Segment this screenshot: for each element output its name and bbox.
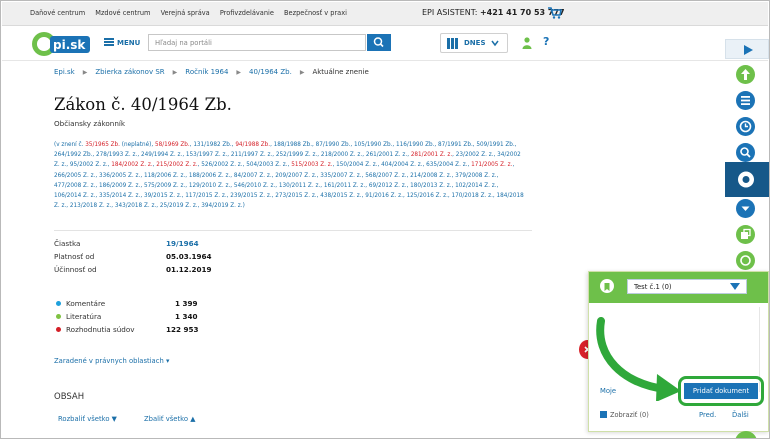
comments-dot-icon bbox=[56, 301, 61, 306]
epi-logo[interactable]: pi.sk bbox=[32, 31, 90, 57]
expand-all-button[interactable]: Rozbaliť všetko ▼ bbox=[58, 415, 117, 423]
dropdown-triangle-icon bbox=[730, 283, 740, 290]
sidebar-collapse-button[interactable] bbox=[725, 39, 769, 59]
search-input[interactable]: Hľadaj na portáli bbox=[148, 34, 366, 51]
sidebar-list-icon[interactable] bbox=[736, 91, 755, 110]
stat-label-rozhodnutia[interactable]: Rozhodnutia súdov bbox=[66, 325, 134, 334]
next-button[interactable]: Ďalši bbox=[732, 411, 749, 419]
meta-value-platnost: 05.03.1964 bbox=[166, 252, 212, 261]
test-select-value: Test č.1 (0) bbox=[634, 283, 672, 291]
help-button[interactable]: ? bbox=[543, 35, 549, 48]
page-title: Zákon č. 40/1964 Zb. bbox=[54, 95, 232, 114]
breadcrumb-item[interactable]: 40/1964 Zb. bbox=[249, 68, 292, 76]
sidebar-up-arrow-icon[interactable] bbox=[736, 65, 755, 84]
divider bbox=[54, 230, 532, 231]
meta-value-ciastka[interactable]: 19/1964 bbox=[166, 239, 199, 248]
toc-heading: OBSAH bbox=[54, 392, 85, 402]
add-document-button[interactable]: Pridať dokument bbox=[684, 383, 758, 399]
svg-text:pi.sk: pi.sk bbox=[53, 38, 86, 52]
calendar-icon bbox=[447, 38, 459, 49]
main-header: pi.sk MENU Hľadaj na portáli DNES ? bbox=[2, 27, 768, 61]
breadcrumb-separator-icon: ▶ bbox=[299, 69, 305, 76]
menu-label: MENU bbox=[117, 39, 141, 47]
date-selector[interactable]: DNES bbox=[440, 33, 508, 53]
breadcrumb-item[interactable]: Epi.sk bbox=[54, 68, 75, 76]
sidebar-pages-icon[interactable] bbox=[736, 225, 755, 244]
stat-value-literatura: 1 340 bbox=[175, 312, 198, 321]
top-link-profivzdelavanie[interactable]: Profivzdelávanie bbox=[220, 9, 274, 17]
stat-label-komentare[interactable]: Komentáre bbox=[66, 299, 105, 308]
caret-up-icon: ▲ bbox=[190, 415, 196, 423]
sidebar-item-active[interactable] bbox=[725, 162, 769, 197]
menu-button[interactable]: MENU bbox=[104, 38, 140, 47]
search-icon bbox=[373, 37, 384, 48]
date-label: DNES bbox=[464, 39, 486, 47]
sidebar-circle-icon bbox=[738, 171, 754, 188]
breadcrumb-item[interactable]: Ročník 1964 bbox=[185, 68, 228, 76]
amendments-list[interactable]: (v znení č. 35/1965 Zb. (neplatné), 58/1… bbox=[54, 140, 524, 211]
top-link-mzdove[interactable]: Mzdové centrum bbox=[95, 9, 150, 17]
test-select[interactable]: Test č.1 (0) bbox=[627, 279, 747, 294]
breadcrumb-current: Aktuálne znenie bbox=[312, 68, 369, 76]
top-link-verejna[interactable]: Verejná správa bbox=[161, 9, 210, 17]
hamburger-icon bbox=[104, 38, 114, 46]
bookmark-icon bbox=[600, 279, 614, 293]
assistant-label: EPI ASISTENT: bbox=[422, 8, 478, 17]
stat-label-literatura[interactable]: Literatúra bbox=[66, 312, 101, 321]
meta-label-ciastka: Čiastka bbox=[54, 239, 81, 248]
page-subtitle: Občiansky zákonník bbox=[54, 119, 126, 128]
caret-down-icon: ▼ bbox=[111, 415, 117, 423]
browser-frame: Daňové centrum Mzdové centrum Verejná sp… bbox=[0, 0, 770, 439]
legal-areas-toggle[interactable]: Zaradené v právnych oblastiach ▾ bbox=[54, 357, 169, 365]
literature-dot-icon bbox=[56, 314, 61, 319]
show-checkbox[interactable]: Zobraziť (0) bbox=[600, 411, 649, 419]
breadcrumb-separator-icon: ▶ bbox=[172, 69, 178, 76]
top-links: Daňové centrum Mzdové centrum Verejná sp… bbox=[30, 9, 355, 17]
stat-value-rozhodnutia: 122 953 bbox=[166, 325, 199, 334]
sidebar-refresh-icon[interactable] bbox=[736, 251, 755, 270]
user-icon[interactable] bbox=[522, 37, 532, 49]
collapse-all-button[interactable]: Zbaliť všetko ▲ bbox=[144, 415, 195, 423]
breadcrumb-item[interactable]: Zbierka zákonov SR bbox=[95, 68, 164, 76]
test-panel-header: Test č.1 (0) bbox=[589, 272, 768, 303]
chevron-down-icon bbox=[491, 40, 499, 47]
cart-icon[interactable] bbox=[548, 7, 562, 19]
show-label: Zobraziť (0) bbox=[610, 411, 649, 419]
expand-all-label: Rozbaliť všetko bbox=[58, 415, 110, 423]
guide-arrow-icon bbox=[596, 317, 681, 401]
checkbox-checked-icon bbox=[600, 411, 607, 418]
collapse-all-label: Zbaliť všetko bbox=[144, 415, 189, 423]
top-bar: Daňové centrum Mzdové centrum Verejná sp… bbox=[2, 2, 768, 26]
meta-label-platnost: Platnosť od bbox=[54, 252, 95, 261]
assistant-info: EPI ASISTENT: +421 41 70 53 777 bbox=[422, 8, 565, 17]
chevron-down-icon: ▾ bbox=[165, 357, 170, 365]
breadcrumb: Epi.sk ▶ Zbierka zákonov SR ▶ Ročník 1964 ▶ 40… bbox=[54, 68, 369, 76]
prev-button[interactable]: Pred. bbox=[699, 411, 716, 419]
search-button[interactable] bbox=[367, 34, 391, 51]
meta-value-ucinnost: 01.12.2019 bbox=[166, 265, 212, 274]
top-link-danove[interactable]: Daňové centrum bbox=[30, 9, 85, 17]
breadcrumb-separator-icon: ▶ bbox=[236, 69, 242, 76]
legal-areas-label: Zaradené v právnych oblastiach bbox=[54, 357, 164, 365]
stat-value-komentare: 1 399 bbox=[175, 299, 198, 308]
meta-label-ucinnost: Účinnosť od bbox=[54, 265, 97, 274]
breadcrumb-separator-icon: ▶ bbox=[82, 69, 88, 76]
sidebar-chevron-down-icon[interactable] bbox=[736, 199, 755, 218]
play-icon bbox=[744, 45, 753, 55]
sidebar-search-icon[interactable] bbox=[736, 143, 755, 162]
sidebar-clock-icon[interactable] bbox=[736, 117, 755, 136]
top-link-bezpecnost[interactable]: Bezpečnosť v praxi bbox=[284, 9, 347, 17]
court-decisions-dot-icon bbox=[56, 327, 61, 332]
